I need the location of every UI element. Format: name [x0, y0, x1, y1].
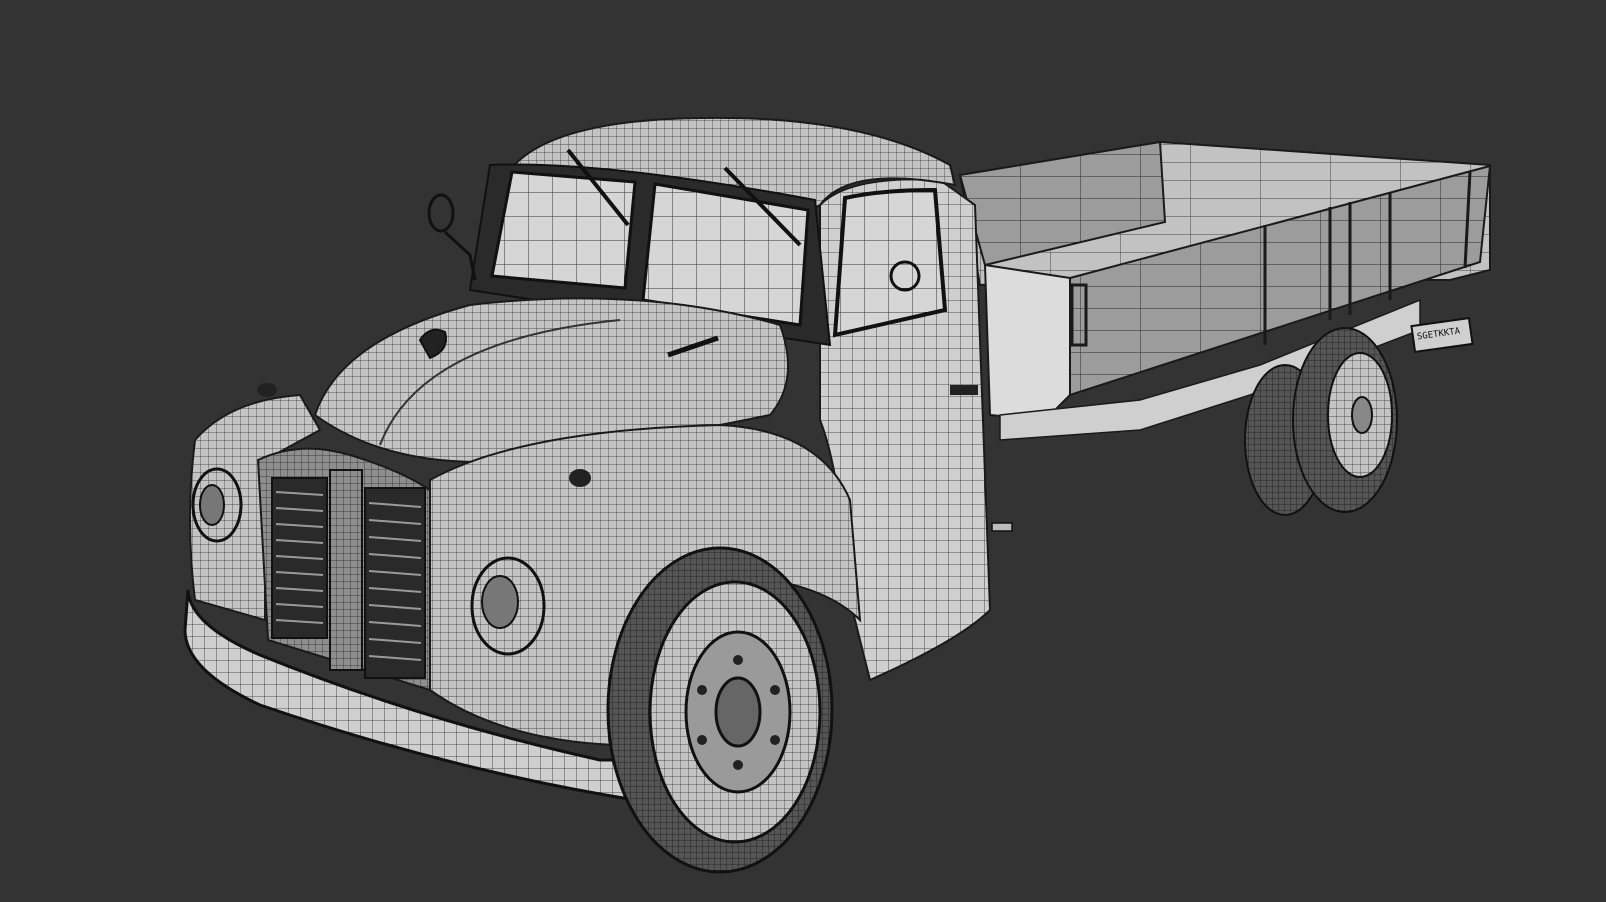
cargo-bed-end-panel [983, 263, 1071, 422]
door-handle [950, 385, 978, 395]
headlight-left [191, 467, 243, 543]
cargo-bed: SGETKKTA [958, 140, 1492, 441]
side-lamp-right [569, 469, 591, 487]
front-wheel [606, 546, 834, 874]
render-viewport: SGETKKTA [0, 0, 1606, 902]
rear-wheel [1244, 327, 1398, 516]
windshield-left [490, 170, 637, 290]
rear-wheel-hub [1351, 396, 1373, 434]
side-mirror [427, 193, 477, 281]
door-window [832, 187, 948, 338]
front-wheel-hub [714, 676, 762, 748]
side-lamp-left [257, 383, 277, 397]
fuel-cap [991, 522, 1013, 532]
truck-wireframe-render: SGETKKTA [183, 116, 1492, 874]
headlight-right [470, 556, 546, 656]
